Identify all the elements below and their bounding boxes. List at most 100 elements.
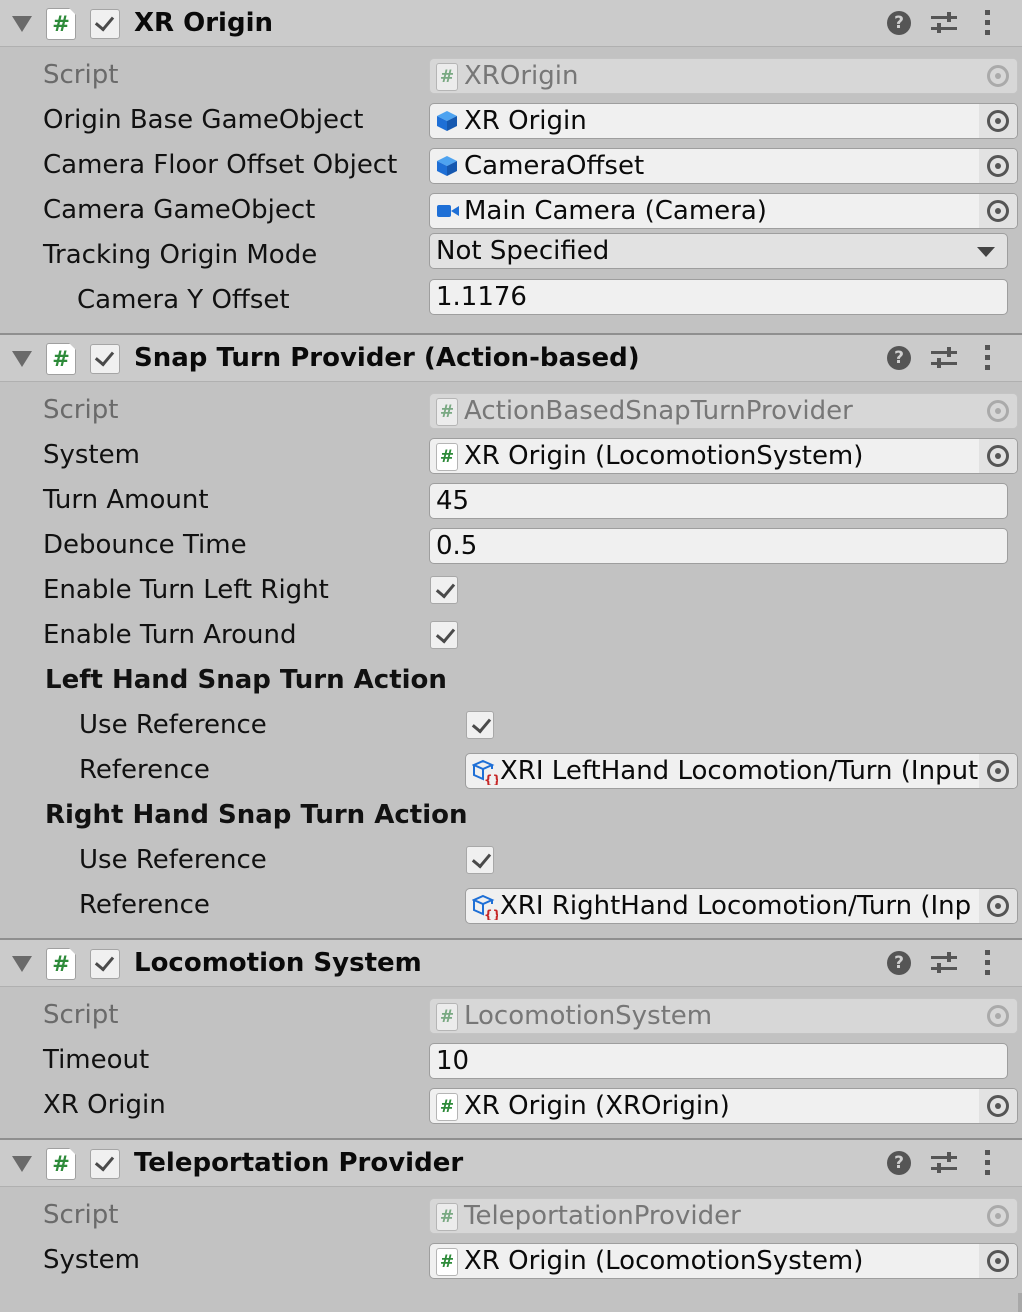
help-icon[interactable]: ? [887, 951, 911, 975]
script-icon: # [436, 1203, 458, 1231]
object-picker-button[interactable] [979, 149, 1017, 183]
object-field[interactable]: # XR Origin (XROrigin) [429, 1088, 1018, 1124]
debounce-time-input[interactable]: 0.5 [429, 528, 1008, 564]
script-field[interactable]: # ActionBasedSnapTurnProvider [429, 393, 1018, 429]
property-label: System [43, 1245, 140, 1275]
right-reference-object-field[interactable]: {} XRI RightHand Locomotion/Turn (Inp [465, 888, 1018, 924]
context-menu-icon[interactable] [985, 10, 991, 36]
presets-icon[interactable] [931, 10, 957, 36]
enable-turn-around-checkbox[interactable] [430, 621, 458, 649]
field-value: LocomotionSystem [464, 1001, 713, 1031]
presets-icon[interactable] [931, 1150, 957, 1176]
property-label: XR Origin [43, 1090, 166, 1120]
context-menu-icon[interactable] [985, 345, 991, 371]
object-picker-button [979, 394, 1017, 428]
context-menu-icon[interactable] [985, 950, 991, 976]
group-left-hand-snap-turn-action: Left Hand Snap Turn Action [0, 658, 1022, 703]
component-enabled-checkbox[interactable] [90, 949, 120, 979]
object-picker-button[interactable] [979, 1244, 1017, 1278]
property-row-debounce-time: Debounce Time 0.5 [0, 523, 1022, 568]
group-label: Right Hand Snap Turn Action [45, 800, 468, 830]
enable-turn-left-right-checkbox[interactable] [430, 576, 458, 604]
component-title: Locomotion System [134, 948, 422, 978]
object-picker-button[interactable] [979, 889, 1017, 923]
object-picker-button [979, 999, 1017, 1033]
field-value: XR Origin (LocomotionSystem) [464, 441, 864, 471]
property-label: System [43, 440, 140, 470]
property-label: Enable Turn Around [43, 620, 297, 650]
property-row-left-reference: Reference {} XRI LeftHand Locomotion/Tur… [0, 748, 1022, 793]
component-header[interactable]: # Teleportation Provider ? [0, 1140, 1022, 1187]
field-value: TeleportationProvider [464, 1201, 741, 1231]
help-icon[interactable]: ? [887, 346, 911, 370]
turn-amount-input[interactable]: 45 [429, 483, 1008, 519]
script-field[interactable]: # TeleportationProvider [429, 1198, 1018, 1234]
object-field[interactable]: CameraOffset [429, 148, 1018, 184]
property-row-camera-floor-offset: Camera Floor Offset Object CameraOffset [0, 143, 1022, 188]
camera-y-offset-input[interactable]: 1.1176 [429, 279, 1008, 315]
input-action-reference-icon: {} [472, 894, 498, 920]
foldout-arrow-icon[interactable] [12, 351, 32, 367]
object-field[interactable]: Main Camera (Camera) [429, 193, 1018, 229]
component-enabled-checkbox[interactable] [90, 1149, 120, 1179]
presets-icon[interactable] [931, 345, 957, 371]
object-field[interactable]: # XR Origin (LocomotionSystem) [429, 1243, 1018, 1279]
component-enabled-checkbox[interactable] [90, 344, 120, 374]
object-picker-icon [987, 445, 1009, 467]
timeout-input[interactable]: 10 [429, 1043, 1008, 1079]
property-label: Enable Turn Left Right [43, 575, 329, 605]
object-field[interactable]: XR Origin [429, 103, 1018, 139]
left-reference-object-field[interactable]: {} XRI LeftHand Locomotion/Turn (Input [465, 753, 1018, 789]
component-teleportation-provider: # Teleportation Provider ? Script # Tele… [0, 1140, 1022, 1293]
object-picker-button[interactable] [979, 194, 1017, 228]
script-field[interactable]: # LocomotionSystem [429, 998, 1018, 1034]
checkmark-icon [94, 11, 115, 32]
foldout-arrow-icon[interactable] [12, 16, 32, 32]
foldout-arrow-icon[interactable] [12, 1156, 32, 1172]
object-picker-button[interactable] [979, 754, 1017, 788]
object-picker-button [979, 59, 1017, 93]
component-body: Script # XROrigin Origin Base GameObject… [0, 47, 1022, 335]
right-use-reference-checkbox[interactable] [466, 846, 494, 874]
property-label: Use Reference [79, 845, 267, 875]
svg-text:{}: {} [484, 908, 498, 920]
checkmark-icon [435, 578, 456, 599]
foldout-arrow-icon[interactable] [12, 956, 32, 972]
property-row-camera-y-offset: Camera Y Offset 1.1176 [0, 278, 1022, 323]
component-header[interactable]: # XR Origin ? [0, 0, 1022, 47]
checkmark-icon [435, 623, 456, 644]
chevron-down-icon [977, 247, 995, 257]
object-picker-icon [987, 110, 1009, 132]
checkmark-icon [471, 713, 492, 734]
help-icon[interactable]: ? [887, 11, 911, 35]
camera-icon [437, 205, 459, 217]
context-menu-icon[interactable] [985, 1150, 991, 1176]
help-icon[interactable]: ? [887, 1151, 911, 1175]
svg-text:{}: {} [484, 773, 498, 785]
object-picker-button[interactable] [979, 104, 1017, 138]
object-picker-icon [987, 155, 1009, 177]
script-icon: # [436, 1003, 458, 1031]
script-field[interactable]: # XROrigin [429, 58, 1018, 94]
field-value: XRI RightHand Locomotion/Turn (Inp [500, 891, 972, 921]
object-picker-icon [987, 1205, 1009, 1227]
property-row-enable-turn-around: Enable Turn Around [0, 613, 1022, 658]
object-field[interactable]: # XR Origin (LocomotionSystem) [429, 438, 1018, 474]
script-icon: # [436, 63, 458, 91]
field-value: CameraOffset [464, 151, 645, 181]
component-header[interactable]: # Snap Turn Provider (Action-based) ? [0, 335, 1022, 382]
object-picker-icon [987, 1095, 1009, 1117]
property-label: Script [43, 395, 119, 425]
tracking-origin-mode-dropdown[interactable]: Not Specified [429, 233, 1008, 269]
property-label: Reference [79, 890, 210, 920]
left-use-reference-checkbox[interactable] [466, 711, 494, 739]
component-title: Snap Turn Provider (Action-based) [134, 343, 640, 373]
component-header[interactable]: # Locomotion System ? [0, 940, 1022, 987]
script-icon: # [436, 398, 458, 426]
presets-icon[interactable] [931, 950, 957, 976]
object-picker-button[interactable] [979, 439, 1017, 473]
component-enabled-checkbox[interactable] [90, 9, 120, 39]
script-icon: # [46, 8, 76, 40]
object-picker-button [979, 1199, 1017, 1233]
object-picker-button[interactable] [979, 1089, 1017, 1123]
